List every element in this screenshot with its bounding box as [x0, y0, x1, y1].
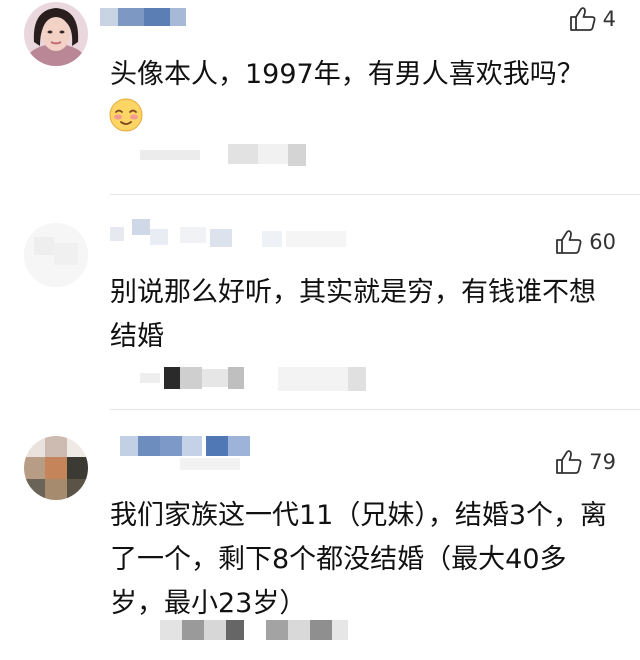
comment-text: 头像本人，1997年，有男人喜欢我吗？ [110, 53, 614, 97]
username-redacted[interactable] [110, 219, 350, 247]
like-button[interactable]: 60 [555, 228, 616, 256]
comment-1: 4 头像本人，1997年，有男人喜欢我吗？ [0, 0, 640, 195]
avatar[interactable] [24, 436, 88, 500]
thumbs-up-icon [569, 7, 596, 31]
thumbs-up-icon [556, 450, 582, 474]
avatar[interactable] [24, 223, 88, 287]
like-count: 4 [602, 7, 616, 31]
comment-text: 别说那么好听，其实就是穷，有钱谁不想结婚 [110, 271, 614, 359]
username-redacted[interactable] [120, 434, 270, 470]
like-button[interactable]: 4 [569, 5, 616, 33]
avatar-photo [24, 2, 88, 66]
comment-3: 79 我们家族这一代11（兄妹），结婚3个，离了一个，剩下8个都没结婚（最大40… [0, 410, 640, 660]
comment-2: 60 别说那么好听，其实就是穷，有钱谁不想结婚 [0, 195, 640, 410]
blush-face-icon [108, 97, 144, 133]
thumbs-up-icon [556, 230, 582, 254]
like-count: 79 [589, 450, 616, 474]
comment-text-content: 我们家族这一代11（兄妹），结婚3个，离了一个，剩下8个都没结婚（最大40多岁，… [110, 500, 608, 619]
comment-meta-redacted [160, 618, 380, 648]
comment-text-content: 别说那么好听，其实就是穷，有钱谁不想结婚 [110, 277, 596, 352]
like-count: 60 [589, 230, 616, 254]
avatar[interactable] [24, 2, 88, 66]
username-redacted[interactable] [100, 4, 190, 26]
avatar-photo-redacted [24, 223, 88, 287]
comment-text-content: 头像本人，1997年，有男人喜欢我吗？ [110, 59, 584, 90]
comment-meta-redacted [140, 363, 380, 393]
avatar-photo-redacted [24, 436, 88, 500]
comment-meta-redacted [140, 140, 320, 170]
comment-text: 我们家族这一代11（兄妹），结婚3个，离了一个，剩下8个都没结婚（最大40多岁，… [110, 494, 614, 626]
like-button[interactable]: 79 [555, 448, 616, 476]
